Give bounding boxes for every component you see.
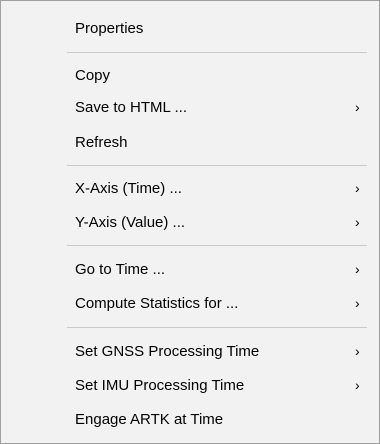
menu-item-label: Copy <box>75 66 111 84</box>
menu-item-properties[interactable]: Properties <box>1 13 379 43</box>
context-menu: Properties Copy Save to HTML ... › Refre… <box>0 0 380 444</box>
menu-item-label: Engage ARTK at Time <box>75 410 224 428</box>
chevron-right-icon: › <box>355 214 360 230</box>
menu-item-compute-statistics[interactable]: Compute Statistics for ... › <box>1 288 379 318</box>
menu-item-label: Set GNSS Processing Time <box>75 342 260 360</box>
menu-separator <box>67 327 367 328</box>
menu-separator <box>67 165 367 166</box>
menu-item-go-to-time[interactable]: Go to Time ... › <box>1 254 379 284</box>
chevron-right-icon: › <box>355 295 360 311</box>
chevron-right-icon: › <box>355 99 360 115</box>
menu-item-copy[interactable]: Copy <box>1 60 379 90</box>
menu-item-engage-artk-at-time[interactable]: Engage ARTK at Time <box>1 404 379 434</box>
menu-item-label: X-Axis (Time) ... <box>75 179 182 197</box>
chevron-right-icon: › <box>355 377 360 393</box>
menu-item-label: Compute Statistics for ... <box>75 294 239 312</box>
chevron-right-icon: › <box>355 261 360 277</box>
menu-item-label: Properties <box>75 19 144 37</box>
menu-separator <box>67 245 367 246</box>
menu-item-label: Y-Axis (Value) ... <box>75 213 186 231</box>
menu-item-refresh[interactable]: Refresh <box>1 127 379 157</box>
menu-item-y-axis[interactable]: Y-Axis (Value) ... › <box>1 207 379 237</box>
menu-item-label: Go to Time ... <box>75 260 166 278</box>
chevron-right-icon: › <box>355 343 360 359</box>
menu-item-save-to-html[interactable]: Save to HTML ... › <box>1 92 379 122</box>
chevron-right-icon: › <box>355 180 360 196</box>
menu-item-label: Refresh <box>75 133 128 151</box>
menu-item-label: Save to HTML ... <box>75 98 187 116</box>
menu-item-set-imu-processing-time[interactable]: Set IMU Processing Time › <box>1 370 379 400</box>
menu-item-label: Set IMU Processing Time <box>75 376 245 394</box>
menu-item-set-gnss-processing-time[interactable]: Set GNSS Processing Time › <box>1 336 379 366</box>
menu-item-x-axis[interactable]: X-Axis (Time) ... › <box>1 173 379 203</box>
menu-separator <box>67 52 367 53</box>
